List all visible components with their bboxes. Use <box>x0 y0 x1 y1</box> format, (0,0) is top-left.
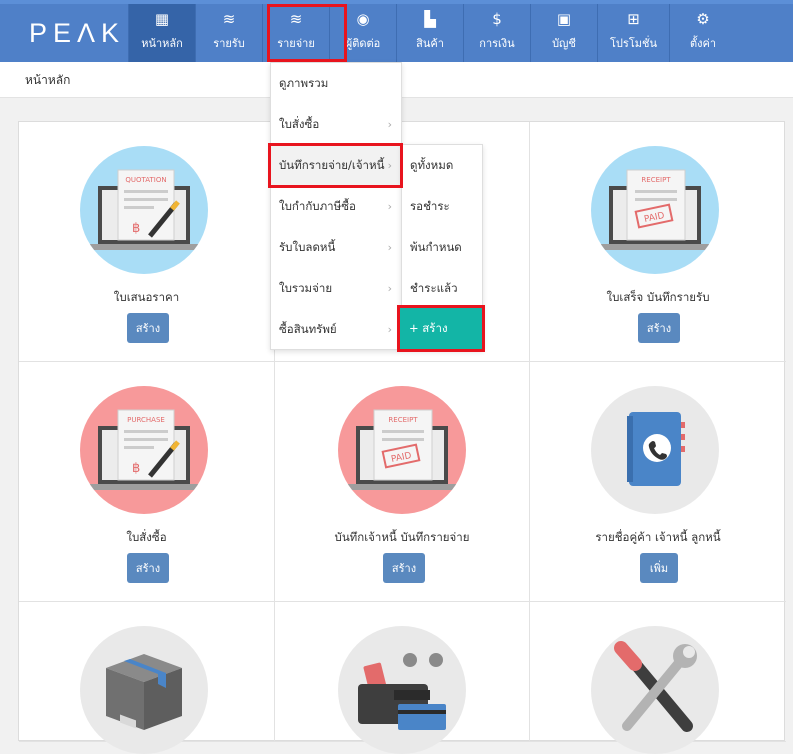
menu-item-overview-label: ดูภาพรวม <box>279 75 329 90</box>
baht-symbol: ฿ <box>132 461 140 476</box>
card-quotation: QUOTATION ฿ ใบเสนอราคา สร้าง <box>19 122 275 362</box>
breadcrumb[interactable]: หน้าหลัก <box>25 71 70 90</box>
quotation-illustration: QUOTATION ฿ <box>80 146 208 274</box>
chevron-right-icon: › <box>387 323 392 336</box>
nav-finance-label: การเงิน <box>479 37 515 50</box>
boxes-icon: ▙ <box>424 10 436 28</box>
nav-income[interactable]: ≋ รายรับ <box>195 4 262 62</box>
nav-contacts[interactable]: ◉ ผู้ติดต่อ <box>329 4 396 62</box>
nav-products-label: สินค้า <box>416 37 444 50</box>
expense-art-text: RECEIPT <box>388 416 418 424</box>
purchase-label: ใบสั่งซื้อ <box>126 530 167 544</box>
nav-income-label: รายรับ <box>213 37 245 50</box>
card-expense: RECEIPT PAID บันทึกเจ้าหนี้ บันทึกรายจ่า… <box>275 362 530 602</box>
card-finance <box>275 602 530 754</box>
grid-icon: ▦ <box>154 10 170 28</box>
wallet-illustration <box>338 626 466 754</box>
chevron-right-icon: › <box>387 159 392 172</box>
nav-home-label: หน้าหลัก <box>141 37 183 50</box>
submenu-overdue[interactable]: พ้นกำหนด <box>402 227 482 268</box>
chevron-right-icon: › <box>387 282 392 295</box>
chevron-right-icon: › <box>387 241 392 254</box>
create-receipt-button[interactable]: สร้าง <box>638 313 680 343</box>
expense-dropdown-menu: ดูภาพรวม ใบสั่งซื้อ › บันทึกรายจ่าย/เจ้า… <box>270 62 402 350</box>
gift-icon: ⊞ <box>627 10 640 28</box>
menu-item-credit-note-label: รับใบลดหนี้ <box>279 239 336 254</box>
nav-promotion[interactable]: ⊞ โปรโมชั่น <box>597 4 669 62</box>
nav-finance[interactable]: $ การเงิน <box>463 4 530 62</box>
create-purchase-button[interactable]: สร้าง <box>127 553 169 583</box>
card-settings <box>530 602 786 754</box>
quotation-art-text: QUOTATION <box>125 176 166 184</box>
money-bag-icon: $ <box>492 10 502 28</box>
menu-item-combined-payment-label: ใบรวมจ่าย <box>279 280 333 295</box>
nav-accounting[interactable]: ▣ บัญชี <box>530 4 597 62</box>
expense-illustration: RECEIPT PAID <box>338 386 466 514</box>
nav-accounting-label: บัญชี <box>552 37 576 50</box>
menu-item-credit-note[interactable]: รับใบลดหนี้ › <box>271 227 401 268</box>
nav-contacts-label: ผู้ติดต่อ <box>345 37 381 50</box>
nav-settings-label: ตั้งค่า <box>689 37 717 50</box>
menu-item-combined-payment[interactable]: ใบรวมจ่าย › <box>271 268 401 309</box>
peak-logo[interactable]: PEΛK <box>29 18 125 49</box>
nav-products[interactable]: ▙ สินค้า <box>396 4 463 62</box>
submenu-view-all[interactable]: ดูทั้งหมด <box>402 145 482 186</box>
menu-item-purchase-tax-invoice-label: ใบกำกับภาษีซื้อ <box>279 198 356 213</box>
card-contacts: รายชื่อคู่ค้า เจ้าหนี้ ลูกหนี้ เพิ่ม <box>530 362 786 602</box>
chevron-right-icon: › <box>387 118 392 131</box>
main-nav: ▦ หน้าหลัก ≋ รายรับ ≋ รายจ่าย ◉ ผู้ติดต่… <box>128 4 736 62</box>
tools-illustration <box>591 626 719 754</box>
nav-expense[interactable]: ≋ รายจ่าย <box>262 4 329 62</box>
expense-label: บันทึกเจ้าหนี้ บันทึกรายจ่าย <box>334 530 470 544</box>
card-purchase-order: PURCHASE ฿ ใบสั่งซื้อ สร้าง <box>19 362 275 602</box>
receipt-illustration: RECEIPT PAID <box>591 146 719 274</box>
nav-home[interactable]: ▦ หน้าหลัก <box>128 4 195 62</box>
product-box-illustration <box>80 626 208 754</box>
nav-promotion-label: โปรโมชั่น <box>610 37 657 50</box>
card-receipt: RECEIPT PAID ใบเสร็จ บันทึกรายรับ สร้าง <box>530 122 786 362</box>
briefcase-icon: ▣ <box>556 10 572 28</box>
menu-item-purchase-order-label: ใบสั่งซื้อ <box>279 116 320 131</box>
menu-item-purchase-tax-invoice[interactable]: ใบกำกับภาษีซื้อ › <box>271 186 401 227</box>
add-contact-button[interactable]: เพิ่ม <box>640 553 678 583</box>
nav-expense-label: รายจ่าย <box>277 37 315 50</box>
menu-item-overview[interactable]: ดูภาพรวม <box>271 63 401 104</box>
baht-symbol: ฿ <box>132 221 140 236</box>
coins-icon: ≋ <box>222 10 236 28</box>
submenu-paid[interactable]: ชำระแล้ว <box>402 268 482 309</box>
menu-item-buy-asset[interactable]: ซื้อสินทรัพย์ › <box>271 309 401 350</box>
menu-item-expense-record-label: บันทึกรายจ่าย/เจ้าหนี้ <box>279 157 385 172</box>
nav-settings[interactable]: ⚙ ตั้งค่า <box>669 4 736 62</box>
create-expense-button[interactable]: สร้าง <box>383 553 425 583</box>
chevron-right-icon: › <box>387 200 392 213</box>
create-quotation-button[interactable]: สร้าง <box>127 313 169 343</box>
top-navbar: PEΛK ▦ หน้าหลัก ≋ รายรับ ≋ รายจ่าย ◉ ผู้… <box>0 0 793 62</box>
purchase-illustration: PURCHASE ฿ <box>80 386 208 514</box>
submenu-awaiting-payment[interactable]: รอชำระ <box>402 186 482 227</box>
menu-item-buy-asset-label: ซื้อสินทรัพย์ <box>279 321 337 336</box>
gear-icon: ⚙ <box>696 10 710 28</box>
user-icon: ◉ <box>356 10 370 28</box>
receipt-label: ใบเสร็จ บันทึกรายรับ <box>606 290 710 304</box>
receipt-art-text: RECEIPT <box>641 176 671 184</box>
menu-item-expense-record[interactable]: บันทึกรายจ่าย/เจ้าหนี้ › <box>271 145 401 186</box>
quotation-label: ใบเสนอราคา <box>113 290 180 304</box>
purchase-art-text: PURCHASE <box>127 416 165 424</box>
contacts-illustration <box>591 386 719 514</box>
coins-icon: ≋ <box>289 10 303 28</box>
submenu-create-button[interactable]: + สร้าง <box>400 308 482 349</box>
card-products <box>19 602 275 754</box>
menu-item-purchase-order[interactable]: ใบสั่งซื้อ › <box>271 104 401 145</box>
contacts-label: รายชื่อคู่ค้า เจ้าหนี้ ลูกหนี้ <box>595 530 721 544</box>
